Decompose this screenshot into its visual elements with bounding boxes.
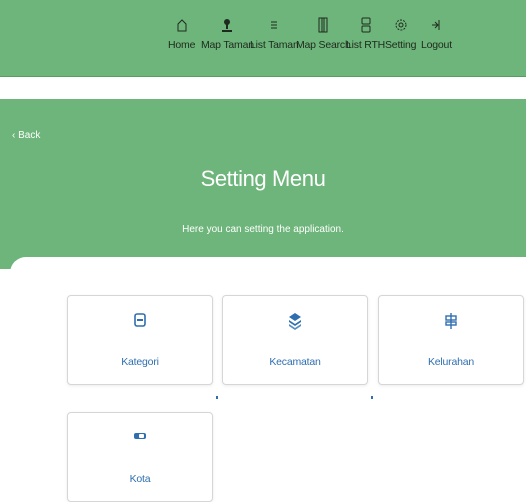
- nav-item-label: Map Taman: [201, 39, 254, 51]
- nav-item-home[interactable]: Home: [168, 17, 195, 51]
- nav-item-list-rth[interactable]: List RTH: [346, 17, 385, 51]
- map-icon: [315, 17, 331, 33]
- card-label: Kelurahan: [427, 356, 475, 368]
- nav-item-setting[interactable]: Setting: [385, 17, 416, 51]
- nav-item-label: List RTH: [346, 39, 386, 51]
- home-icon: [174, 17, 190, 33]
- nav-item-label: Setting: [385, 39, 417, 51]
- card-kota[interactable]: Kota: [67, 412, 213, 502]
- nav-gap: [0, 77, 526, 99]
- nav-item-map-search[interactable]: Map Search: [296, 17, 351, 51]
- card-kategori[interactable]: Kategori: [67, 295, 213, 385]
- decorative-dot: [216, 396, 218, 399]
- map-pin-icon: [219, 17, 235, 33]
- card-kecamatan[interactable]: Kecamatan: [222, 295, 368, 385]
- signpost-icon: [379, 312, 523, 330]
- toggle-icon: [68, 429, 212, 447]
- nav-item-label: Logout: [421, 39, 452, 51]
- card-label: Kecamatan: [269, 356, 321, 368]
- page-title: Setting Menu: [200, 166, 326, 191]
- card-label: Kota: [129, 473, 151, 485]
- page-subtitle: Here you can setting the application.: [182, 224, 344, 235]
- nav-item-map-taman[interactable]: Map Taman: [201, 17, 254, 51]
- decorative-dot: [371, 396, 373, 399]
- logout-icon: [428, 17, 444, 33]
- category-icon: [68, 312, 212, 330]
- layers-icon: [223, 312, 367, 330]
- nav-item-list-taman[interactable]: List Taman: [250, 17, 299, 51]
- nav-item-logout[interactable]: Logout: [421, 17, 452, 51]
- back-link[interactable]: ‹ Back: [12, 130, 40, 141]
- layout-icon: [358, 17, 374, 33]
- nav-item-label: Home: [168, 39, 196, 51]
- card-kelurahan[interactable]: Kelurahan: [378, 295, 524, 385]
- card-label: Kategori: [121, 356, 159, 368]
- top-navbar: Home Map Taman List Taman Map Search Lis…: [0, 0, 526, 77]
- nav-item-label: List Taman: [250, 39, 299, 51]
- nav-item-label: Map Search: [296, 39, 351, 51]
- list-icon: [266, 17, 282, 33]
- hero-curve: [10, 257, 526, 287]
- gear-icon: [393, 17, 409, 33]
